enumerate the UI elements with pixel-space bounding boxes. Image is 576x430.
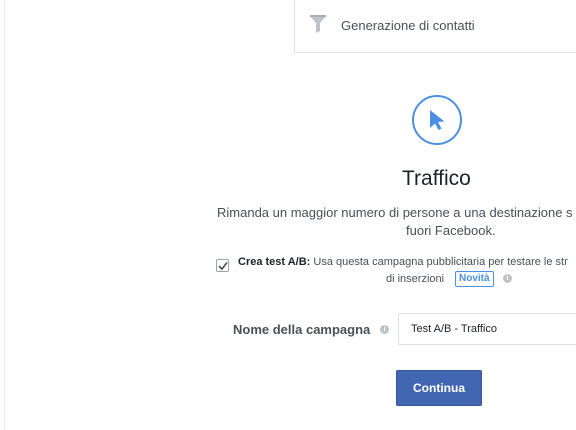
objective-description-line2: fuori Facebook.	[406, 223, 496, 238]
cursor-icon	[412, 95, 462, 145]
objective-title: Traffico	[402, 167, 471, 190]
funnel-icon	[309, 14, 327, 34]
objective-option-label: Generazione di contatti	[341, 18, 475, 33]
objective-option-lead-generation[interactable]: Generazione di contatti	[294, 0, 576, 53]
new-badge: Novità	[455, 271, 494, 287]
campaign-name-input[interactable]	[398, 313, 576, 345]
info-icon[interactable]: i	[380, 325, 389, 334]
ab-test-text-line2: di inserzioni	[386, 273, 445, 285]
objective-description-line1: Rimanda un maggior numero di persone a u…	[217, 205, 573, 220]
ab-test-label: Crea test A/B:	[238, 256, 311, 268]
ab-test-text-line1: Usa questa campagna pubblicitaria per te…	[313, 256, 568, 268]
ab-test-checkbox[interactable]	[216, 259, 229, 272]
ab-test-description: Crea test A/B: Usa questa campagna pubbl…	[238, 256, 568, 268]
campaign-name-label: Nome della campagna	[233, 322, 371, 337]
left-divider	[4, 0, 5, 430]
info-icon[interactable]: i	[503, 274, 512, 283]
checkmark-icon	[218, 262, 228, 271]
continue-button[interactable]: Continua	[396, 370, 482, 406]
